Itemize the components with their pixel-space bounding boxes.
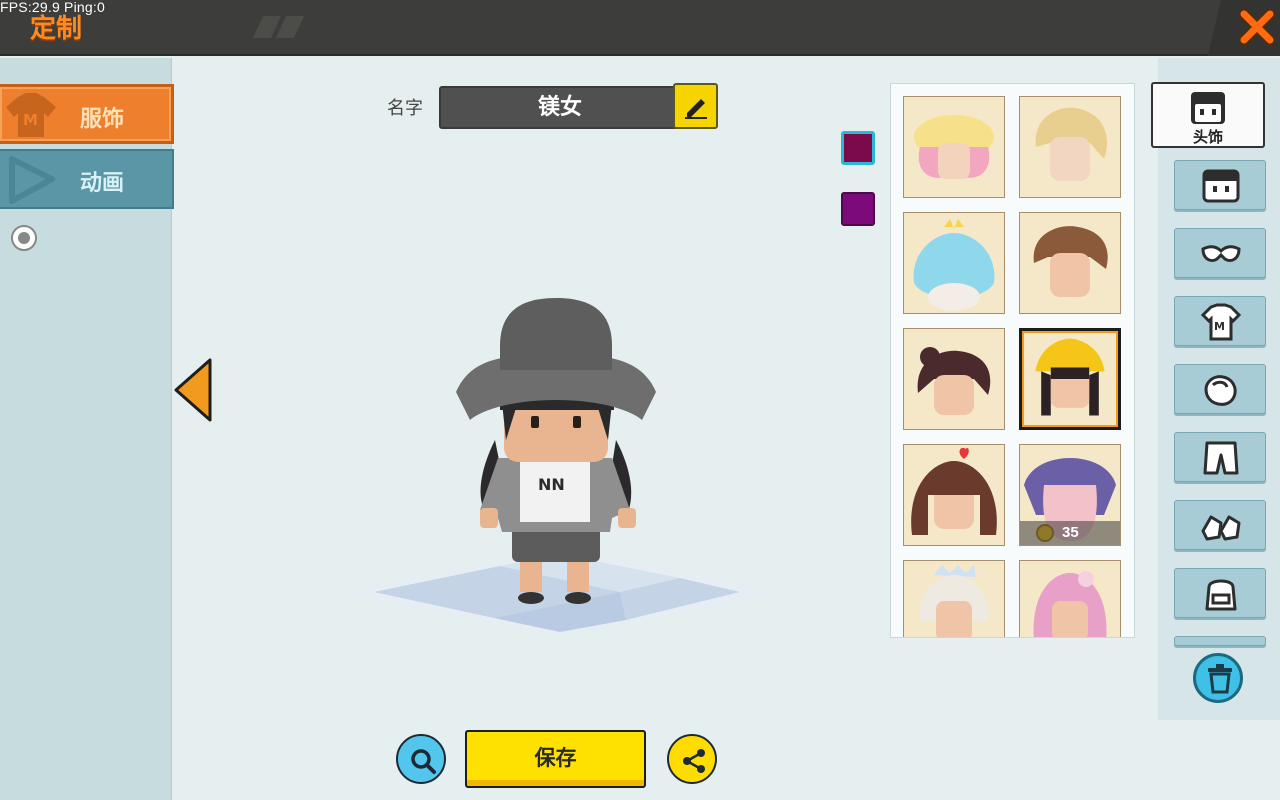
- category-backpack[interactable]: [1174, 568, 1266, 618]
- zoom-button[interactable]: [396, 734, 446, 784]
- pants-icon: [1203, 441, 1239, 475]
- dark-bun-hair-icon: [917, 347, 991, 415]
- save-button[interactable]: 保存: [465, 730, 646, 788]
- item-hair-lilac[interactable]: 35: [1019, 444, 1121, 546]
- color-swatch-2[interactable]: [841, 192, 875, 226]
- gloves-icon: [1204, 375, 1237, 406]
- yellow-hat-hair-icon: [1035, 338, 1105, 416]
- top-bar: 定制: [0, 0, 1280, 56]
- character-model: NN: [456, 298, 656, 604]
- svg-text:NN: NN: [538, 475, 565, 494]
- category-more[interactable]: [1174, 636, 1266, 646]
- brown-hair-icon: [1033, 226, 1108, 297]
- share-icon: [683, 749, 705, 773]
- item-hair-brown-short[interactable]: [1019, 212, 1121, 314]
- category-headwear-label: 头饰: [1192, 128, 1223, 146]
- blonde-hair-icon: [1035, 107, 1107, 181]
- pencil-icon: [685, 99, 707, 119]
- item-grid: 35: [890, 83, 1135, 638]
- category-shirt[interactable]: M: [1174, 296, 1266, 346]
- fps-readout: FPS:29.9 Ping:0: [0, 0, 105, 15]
- category-face[interactable]: [1174, 160, 1266, 210]
- item-hair-blonde[interactable]: [1019, 96, 1121, 198]
- head-icon: [1191, 92, 1225, 124]
- play-icon: [9, 156, 55, 204]
- backpack-icon: [1205, 579, 1237, 611]
- shirt-icon: M: [1201, 303, 1241, 341]
- blue-cake-hair-icon: [913, 219, 995, 311]
- close-button[interactable]: [1208, 0, 1280, 56]
- item-hair-tiara[interactable]: [903, 560, 1005, 637]
- decor-stripe: [275, 16, 305, 38]
- character-preview[interactable]: NN: [330, 280, 790, 640]
- item-hair-yellow-hat[interactable]: [1019, 328, 1121, 430]
- item-hair-brown-twin[interactable]: [903, 444, 1005, 546]
- category-pants[interactable]: [1174, 432, 1266, 482]
- magnifier-icon: [411, 749, 436, 774]
- item-hair-blue-cake[interactable]: [903, 212, 1005, 314]
- tab-animation[interactable]: 动画: [0, 149, 174, 209]
- mask-icon: [1201, 245, 1241, 263]
- close-icon: [1239, 9, 1275, 45]
- category-mask[interactable]: [1174, 228, 1266, 278]
- delete-button[interactable]: [1193, 653, 1243, 703]
- item-hair-pink-sunhat[interactable]: [903, 96, 1005, 198]
- color-swatch-1[interactable]: [841, 131, 875, 165]
- pink-flower-hair-icon: [1033, 571, 1107, 637]
- name-label: 名字: [387, 98, 423, 119]
- share-button[interactable]: [667, 734, 717, 784]
- svg-text:M: M: [23, 111, 38, 129]
- svg-text:M: M: [1214, 320, 1225, 333]
- item-hair-pink-flower[interactable]: [1019, 560, 1121, 637]
- pink-hat-hair-icon: [914, 115, 994, 179]
- category-gloves[interactable]: [1174, 364, 1266, 414]
- category-shoes[interactable]: [1174, 500, 1266, 550]
- item-hair-dark-bun[interactable]: [903, 328, 1005, 430]
- tiara-hair-icon: [919, 565, 989, 637]
- name-field[interactable]: 镁女: [439, 86, 679, 129]
- trash-icon: [1208, 664, 1232, 694]
- brown-twin-hair-icon: [911, 447, 997, 535]
- tab-costume[interactable]: M 服饰: [0, 84, 174, 144]
- shirt-icon: M: [6, 93, 56, 137]
- edit-name-button[interactable]: [673, 83, 718, 129]
- tab-animation-label: 动画: [80, 171, 125, 196]
- prev-arrow-button[interactable]: [174, 358, 214, 422]
- item-price: 35: [1020, 521, 1120, 545]
- category-headwear[interactable]: 头饰: [1151, 82, 1265, 148]
- tab-costume-label: 服饰: [80, 107, 125, 132]
- shoes-icon: [1201, 515, 1241, 541]
- option-radio[interactable]: [11, 225, 37, 251]
- face-icon: [1202, 169, 1240, 203]
